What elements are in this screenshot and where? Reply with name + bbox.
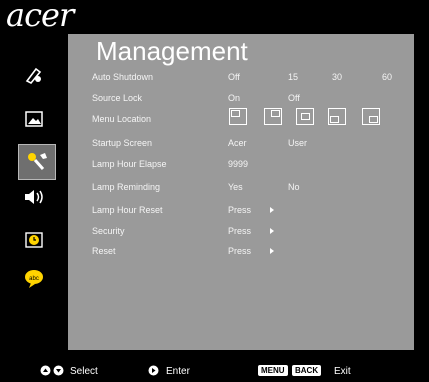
svg-text:abc: abc (29, 276, 39, 282)
row-reset[interactable]: Reset Press (92, 242, 408, 260)
row-label: Security (92, 226, 125, 236)
option-value[interactable]: No (288, 182, 300, 192)
back-key-badge: BACK (292, 365, 322, 376)
row-security[interactable]: Security Press (92, 222, 408, 240)
arrow-right-icon (270, 228, 274, 234)
option-value[interactable]: On (228, 93, 240, 103)
row-label: Auto Shutdown (92, 72, 154, 82)
option-value[interactable]: User (288, 138, 307, 148)
exit-hint: Exit (334, 366, 351, 377)
option-value[interactable]: Acer (228, 138, 247, 148)
lamp-hours-value: 9999 (228, 159, 249, 169)
enter-hint: Enter (166, 366, 190, 377)
up-down-icon (40, 365, 66, 379)
acer-logo: acer (6, 0, 74, 34)
row-source-lock[interactable]: Source Lock On Off (92, 89, 408, 107)
option-value[interactable]: Off (228, 72, 240, 82)
option-value[interactable]: Off (288, 93, 300, 103)
press-button[interactable]: Press (228, 246, 251, 256)
row-menu-location[interactable]: Menu Location (92, 108, 408, 128)
footer-hints: Select Enter MENU BACK Exit (0, 360, 429, 382)
location-top-left-icon[interactable] (229, 108, 247, 125)
arrow-right-icon (270, 207, 274, 213)
row-label: Startup Screen (92, 138, 153, 148)
row-lamp-reminding[interactable]: Lamp Reminding Yes No (92, 178, 408, 196)
option-value[interactable]: Yes (228, 182, 243, 192)
location-center-icon[interactable] (296, 108, 314, 125)
option-value[interactable]: 30 (332, 72, 342, 82)
row-label: Lamp Reminding (92, 182, 161, 192)
image-icon[interactable] (19, 106, 49, 132)
enter-icon (148, 365, 159, 379)
language-icon[interactable]: abc (19, 266, 49, 292)
location-bottom-right-icon[interactable] (362, 108, 380, 125)
row-label: Reset (92, 246, 116, 256)
row-label: Lamp Hour Reset (92, 205, 163, 215)
menu-key-badge: MENU (258, 365, 288, 376)
management-icon[interactable] (18, 144, 56, 180)
row-lamp-hour-elapse: Lamp Hour Elapse 9999 (92, 155, 408, 173)
row-lamp-hour-reset[interactable]: Lamp Hour Reset Press (92, 201, 408, 219)
page-title: Management (96, 36, 248, 66)
timer-icon[interactable] (19, 227, 49, 253)
row-label: Menu Location (92, 114, 152, 124)
sidebar: abc (12, 34, 68, 350)
location-top-right-icon[interactable] (264, 108, 282, 125)
arrow-right-icon (270, 248, 274, 254)
option-value[interactable]: 15 (288, 72, 298, 82)
row-auto-shutdown[interactable]: Auto Shutdown Off 15 30 60 (92, 68, 408, 86)
row-label: Source Lock (92, 93, 143, 103)
color-icon[interactable] (19, 62, 49, 88)
audio-icon[interactable] (19, 184, 49, 210)
select-hint: Select (70, 366, 98, 377)
row-startup-screen[interactable]: Startup Screen Acer User (92, 134, 408, 152)
press-button[interactable]: Press (228, 205, 251, 215)
location-bottom-left-icon[interactable] (328, 108, 346, 125)
press-button[interactable]: Press (228, 226, 251, 236)
option-value[interactable]: 60 (382, 72, 392, 82)
row-label: Lamp Hour Elapse (92, 159, 167, 169)
